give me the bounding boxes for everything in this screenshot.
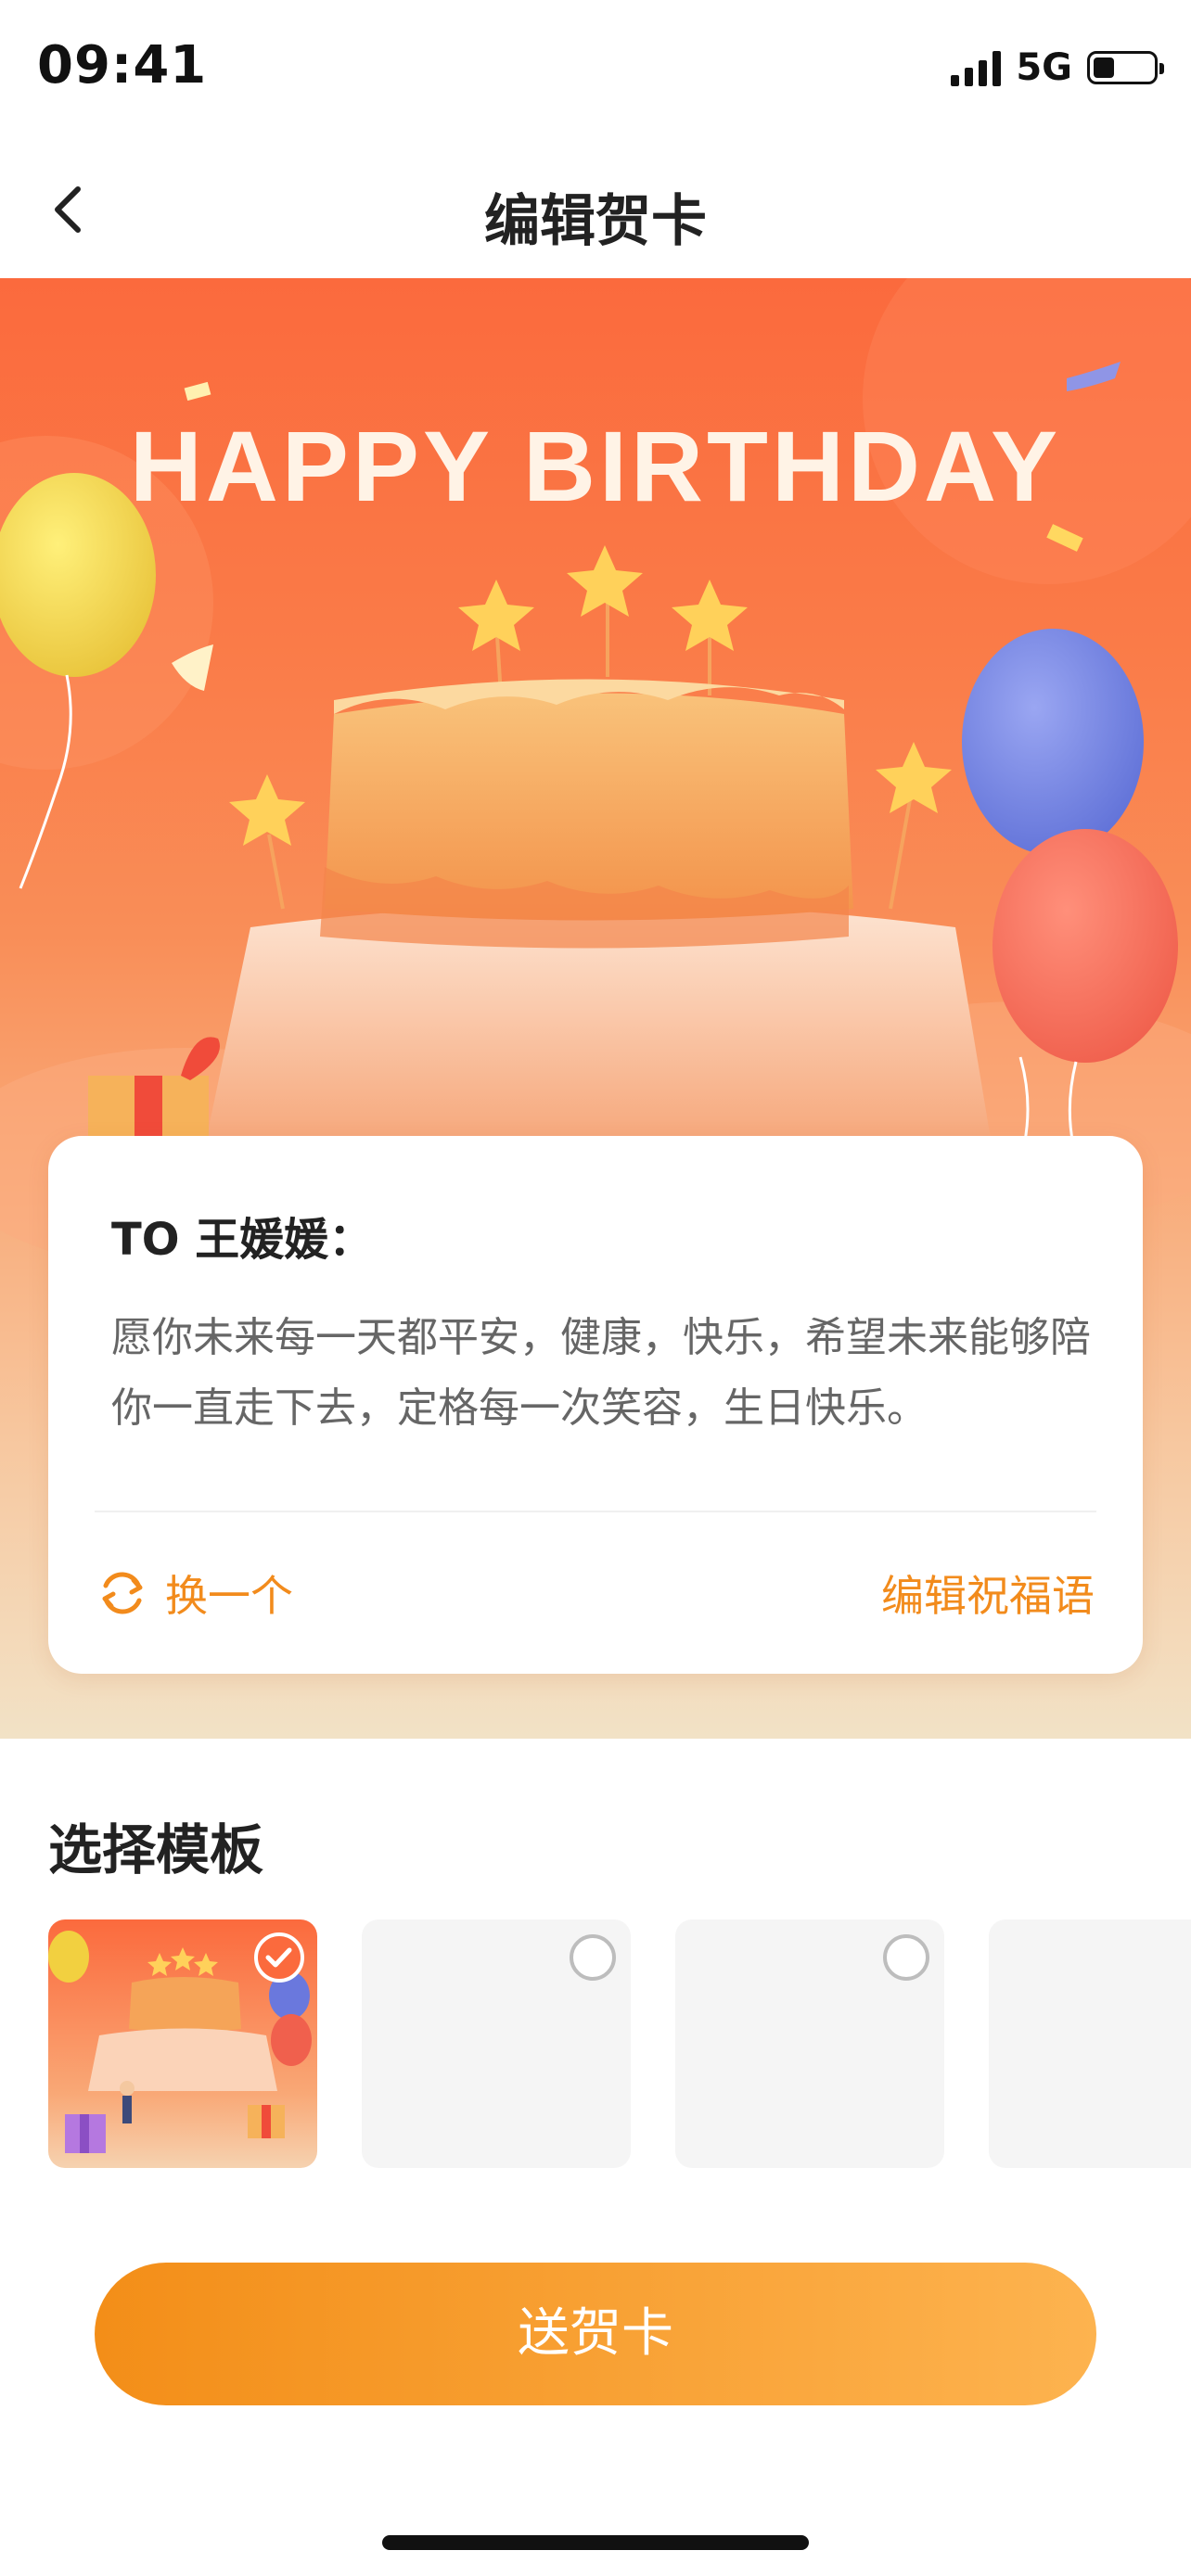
status-icons: 5G <box>951 46 1164 89</box>
template-item-2[interactable] <box>362 1919 631 2168</box>
nav-bar: 编辑贺卡 <box>0 139 1191 278</box>
template-item-1[interactable] <box>48 1919 317 2168</box>
greeting-card: TO 王媛媛： 愿你未来每一天都平安，健康，快乐，希望未来能够陪你一直走下去，定… <box>48 1136 1143 1674</box>
refresh-icon <box>102 1572 143 1614</box>
send-card-button[interactable]: 送贺卡 <box>95 2263 1096 2405</box>
template-selected-check <box>254 1932 304 1983</box>
template-radio[interactable] <box>883 1934 929 1981</box>
swap-label: 换一个 <box>165 1571 293 1621</box>
template-radio[interactable] <box>570 1934 616 1981</box>
divider <box>95 1511 1096 1512</box>
template-item-4[interactable] <box>989 1919 1191 2168</box>
network-label: 5G <box>1016 46 1072 89</box>
greeting-message: 愿你未来每一天都平安，健康，快乐，希望未来能够陪你一直走下去，定格每一次笑容，生… <box>111 1314 1091 1432</box>
status-time: 09:41 <box>37 35 208 96</box>
edit-message-button[interactable]: 编辑祝福语 <box>881 1562 1095 1624</box>
status-bar: 09:41 5G <box>0 0 1191 139</box>
swap-message-button[interactable]: 换一个 <box>96 1562 293 1624</box>
battery-icon <box>1087 51 1164 84</box>
recipient-line: TO 王媛媛： <box>111 1214 374 1266</box>
home-indicator <box>382 2535 809 2550</box>
template-item-3[interactable] <box>675 1919 944 2168</box>
check-icon <box>265 1947 292 1968</box>
section-title-templates: 选择模板 <box>48 1818 264 1881</box>
page-title: 编辑贺卡 <box>484 189 707 254</box>
signal-icon <box>951 49 1002 86</box>
happy-birthday-headline: HAPPY BIRTHDAY <box>129 410 1062 522</box>
